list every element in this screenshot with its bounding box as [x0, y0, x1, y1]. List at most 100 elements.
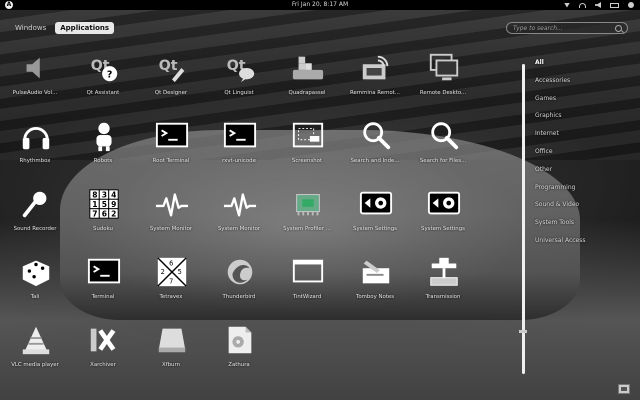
category-item[interactable]: Office: [531, 146, 631, 164]
app-tile[interactable]: TintWizard: [274, 254, 340, 320]
qt-linguist-icon: Qt: [222, 50, 258, 86]
app-label: Robots: [93, 158, 113, 164]
scrollbar-thumb[interactable]: [522, 64, 525, 374]
battery-icon[interactable]: [610, 2, 619, 8]
app-tile[interactable]: Rhythmbox: [2, 118, 68, 184]
app-tile[interactable]: Qt Qt Linguist: [206, 50, 272, 116]
app-tile[interactable]: Search and Inde...: [342, 118, 408, 184]
app-label: Remote Deskto...: [419, 90, 467, 96]
app-tile[interactable]: Remmina Remot...: [342, 50, 408, 116]
app-tile[interactable]: Robots: [70, 118, 136, 184]
svg-text:?: ?: [107, 69, 112, 80]
app-tile[interactable]: Tali: [2, 254, 68, 320]
svg-text:4: 4: [111, 190, 116, 199]
app-tile[interactable]: System Settings: [342, 186, 408, 252]
app-grid: PulseAudio Vol... Qt? Qt Assistant Qt Qt Des…: [0, 50, 510, 390]
app-tile[interactable]: Remote Deskto...: [410, 50, 476, 116]
view-selector: Windows Applications: [10, 22, 115, 34]
category-item[interactable]: Accessories: [531, 75, 631, 93]
terminal-icon: [86, 254, 122, 290]
category-item[interactable]: Other: [531, 164, 631, 182]
app-tile[interactable]: VLC media player: [2, 322, 68, 388]
app-tile[interactable]: Screenshot: [274, 118, 340, 184]
app-label: Search for Files...: [419, 158, 467, 164]
search-icon: [615, 25, 622, 32]
category-list: All Accessories Games Graphics Internet Offic…: [531, 57, 631, 253]
remmina-icon: [358, 50, 394, 86]
app-tile[interactable]: 6 2 5 7 Tetravex: [138, 254, 204, 320]
category-item[interactable]: Internet: [531, 128, 631, 146]
app-label: Rhythmbox: [19, 158, 51, 164]
svg-text:2: 2: [111, 209, 116, 218]
app-tile[interactable]: PulseAudio Vol...: [2, 50, 68, 116]
workspace-thumbnail[interactable]: [618, 384, 630, 394]
app-tile[interactable]: Qt? Qt Assistant: [70, 50, 136, 116]
tab-windows[interactable]: Windows: [10, 22, 51, 34]
app-tile[interactable]: Tomboy Notes: [342, 254, 408, 320]
app-tile[interactable]: System Profiler ...: [274, 186, 340, 252]
app-label: System Settings: [353, 226, 397, 232]
system-tray: [564, 0, 634, 10]
app-label: Tomboy Notes: [355, 294, 395, 300]
app-tile[interactable]: Quadrapassel: [274, 50, 340, 116]
svg-text:2: 2: [161, 268, 165, 276]
app-tile[interactable]: 8 3 4 1 5 9 7 6 2 Sudoku: [70, 186, 136, 252]
svg-text:3: 3: [102, 190, 107, 199]
clock[interactable]: Fri Jan 20, 8:17 AM: [0, 0, 640, 10]
app-tile[interactable]: Sound Recorder: [2, 186, 68, 252]
search-icon: [358, 118, 394, 154]
app-tile[interactable]: System Monitor: [206, 186, 272, 252]
app-tile[interactable]: System Monitor: [138, 186, 204, 252]
category-item[interactable]: Sound & Video: [531, 199, 631, 217]
app-tile[interactable]: System Settings: [410, 186, 476, 252]
app-label: Search and Inde...: [350, 158, 400, 164]
app-tile[interactable]: Transmission: [410, 254, 476, 320]
app-label: Thunderbird: [222, 294, 256, 300]
notes-icon: [358, 254, 394, 290]
screenshot-icon: [290, 118, 326, 154]
category-item[interactable]: Games: [531, 93, 631, 111]
app-label: System Settings: [421, 226, 465, 232]
volume-icon[interactable]: [595, 2, 601, 8]
category-item[interactable]: Universal Access: [531, 235, 631, 253]
scrollbar-handle[interactable]: [519, 330, 527, 333]
app-tile[interactable]: Xfburn: [138, 322, 204, 388]
app-tile[interactable]: rxvt-unicode: [206, 118, 272, 184]
dice-icon: [18, 254, 54, 290]
sudoku-icon: 834 159 762: [86, 186, 122, 222]
search-icon: [426, 118, 462, 154]
app-label: Sudoku: [93, 226, 113, 232]
search-box: [506, 22, 628, 34]
disc-drive-icon: [154, 322, 190, 358]
app-label: TintWizard: [292, 294, 322, 300]
xarchiver-icon: [86, 322, 122, 358]
app-label: Xfburn: [162, 362, 180, 368]
accessibility-icon[interactable]: [564, 2, 570, 8]
app-tile[interactable]: Xarchiver: [70, 322, 136, 388]
app-label: Root Terminal: [152, 158, 190, 164]
app-label: System Monitor: [149, 226, 193, 232]
app-tile[interactable]: Thunderbird: [206, 254, 272, 320]
network-icon[interactable]: [579, 2, 586, 8]
category-item[interactable]: Programming: [531, 182, 631, 200]
app-tile[interactable]: Search for Files...: [410, 118, 476, 184]
robot-icon: [86, 118, 122, 154]
remote-desktop-icon: [426, 50, 462, 86]
app-label: Qt Linguist: [224, 90, 254, 96]
settings-icon: [426, 186, 462, 222]
category-item[interactable]: Graphics: [531, 110, 631, 128]
app-tile[interactable]: Zathura: [206, 322, 272, 388]
user-icon[interactable]: [628, 2, 634, 8]
app-tile[interactable]: Qt Qt Designer: [138, 50, 204, 116]
microphone-icon: [18, 186, 54, 222]
svg-text:5: 5: [102, 200, 107, 209]
svg-text:5: 5: [178, 268, 182, 276]
app-label: Remmina Remot...: [350, 90, 400, 96]
category-item[interactable]: All: [531, 57, 631, 75]
category-item[interactable]: System Tools: [531, 217, 631, 235]
top-panel: A Fri Jan 20, 8:17 AM: [0, 0, 640, 10]
app-tile[interactable]: Terminal: [70, 254, 136, 320]
tab-applications[interactable]: Applications: [55, 22, 115, 34]
search-input[interactable]: [513, 23, 609, 33]
app-tile[interactable]: Root Terminal: [138, 118, 204, 184]
